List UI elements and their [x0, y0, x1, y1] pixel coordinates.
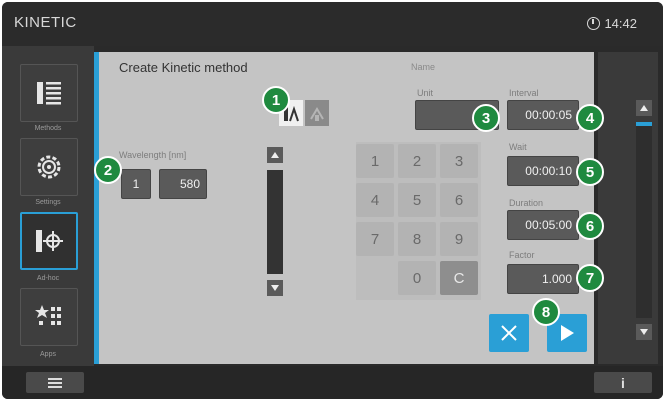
bottom-bar: i [2, 366, 663, 399]
clock: 14:42 [587, 16, 637, 31]
close-icon [501, 325, 517, 341]
key-3[interactable]: 3 [440, 144, 478, 178]
key-clear[interactable]: C [440, 261, 478, 295]
factor-label: Factor [509, 250, 535, 260]
page-scroll-up-button[interactable] [636, 100, 652, 116]
wait-label: Wait [509, 142, 527, 152]
create-method-panel: Create Kinetic method Name Wavelength [n… [94, 52, 594, 364]
page-scroll-thumb[interactable] [636, 122, 652, 126]
play-icon [561, 325, 574, 341]
page-scroll-track[interactable] [636, 122, 652, 318]
key-7[interactable]: 7 [356, 222, 394, 256]
interval-field[interactable]: 00:00:05 [507, 100, 579, 130]
arrow-up-icon [271, 152, 279, 158]
list-scroll-up-button[interactable] [267, 147, 283, 163]
duration-label: Duration [509, 198, 544, 208]
name-label: Name [411, 62, 436, 72]
device-frame: KINETIC 14:42 Methods Settings Ad-hoc Ap… [2, 2, 663, 399]
key-0[interactable]: 0 [398, 261, 436, 295]
clock-time: 14:42 [604, 16, 637, 31]
top-bar: KINETIC 14:42 [2, 2, 663, 46]
info-button[interactable]: i [594, 372, 652, 393]
clock-icon [587, 17, 601, 30]
methods-list-icon [37, 82, 61, 105]
page-scroll-down-button[interactable] [636, 324, 652, 340]
sidebar-item-settings[interactable] [20, 138, 78, 196]
annotation-badge-4: 4 [576, 104, 604, 132]
sidebar-label-apps: Apps [40, 351, 56, 358]
arrow-down-icon [640, 329, 648, 335]
sidebar-item-adhoc[interactable] [20, 212, 78, 270]
transmission-icon [310, 107, 324, 121]
sidebar-item-apps[interactable] [20, 288, 78, 346]
key-6[interactable]: 6 [440, 183, 478, 217]
page-title: Create Kinetic method [119, 60, 248, 75]
interval-label: Interval [509, 88, 539, 98]
sidebar-label-settings: Settings [35, 199, 61, 206]
wavelength-value-field[interactable]: 580 [159, 169, 207, 199]
duration-field[interactable]: 00:05:00 [507, 210, 579, 240]
apps-icon [35, 305, 61, 325]
list-scroll-track[interactable] [267, 170, 283, 274]
app-brand: KINETIC [14, 14, 77, 31]
key-2[interactable]: 2 [398, 144, 436, 178]
factor-field[interactable]: 1.000 [507, 264, 579, 294]
sidebar: Methods Settings Ad-hoc Apps [2, 46, 94, 366]
annotation-badge-1: 1 [262, 86, 290, 114]
key-9[interactable]: 9 [440, 222, 478, 256]
key-5[interactable]: 5 [398, 183, 436, 217]
hamburger-menu-icon [48, 377, 62, 388]
key-1[interactable]: 1 [356, 144, 394, 178]
gear-icon [37, 155, 61, 179]
sidebar-item-methods[interactable] [20, 64, 78, 122]
menu-button[interactable] [26, 372, 84, 393]
key-4[interactable]: 4 [356, 183, 394, 217]
wavelength-label: Wavelength [nm] [119, 150, 187, 160]
sidebar-label-adhoc: Ad-hoc [36, 275, 60, 282]
annotation-badge-2: 2 [94, 156, 122, 184]
annotation-badge-5: 5 [576, 158, 604, 186]
transmission-mode-button[interactable] [305, 100, 329, 126]
annotation-badge-7: 7 [576, 264, 604, 292]
right-scroll-area [598, 52, 658, 364]
adhoc-icon [36, 230, 63, 252]
annotation-badge-8: 8 [532, 298, 560, 326]
wait-field[interactable]: 00:00:10 [507, 156, 579, 186]
cancel-button[interactable] [489, 314, 529, 352]
sidebar-label-methods: Methods [34, 125, 62, 132]
arrow-down-icon [271, 285, 279, 291]
unit-label: Unit [417, 88, 434, 98]
wavelength-index-field[interactable]: 1 [121, 169, 151, 199]
key-8[interactable]: 8 [398, 222, 436, 256]
annotation-badge-3: 3 [472, 104, 500, 132]
arrow-up-icon [640, 105, 648, 111]
list-scroll-down-button[interactable] [267, 280, 283, 296]
annotation-badge-6: 6 [576, 212, 604, 240]
